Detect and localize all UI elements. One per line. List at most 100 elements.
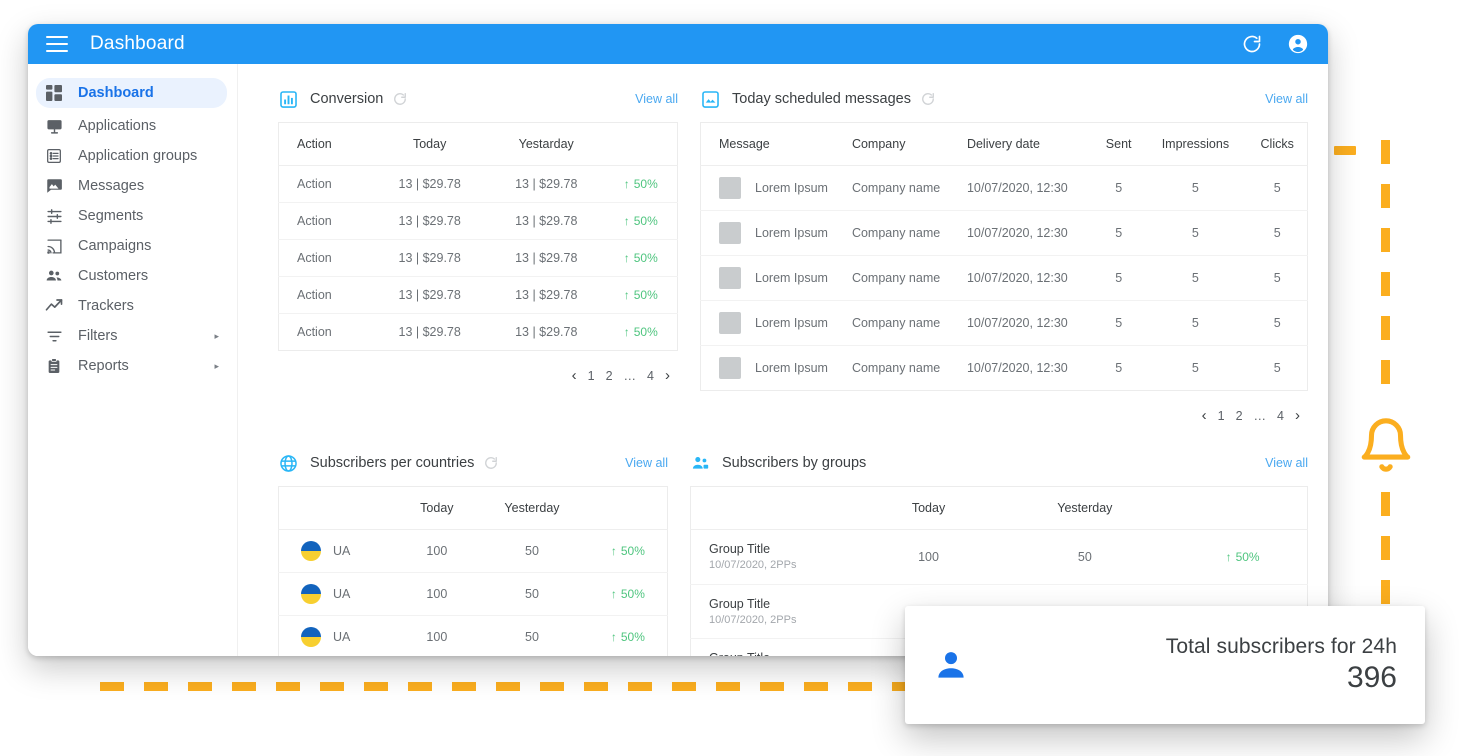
- column-header-yesterday: Yestarday: [487, 122, 605, 166]
- table-row[interactable]: Lorem Ipsum Company name 10/07/2020, 12:…: [700, 165, 1308, 211]
- country-code: UA: [333, 630, 351, 644]
- cell-delta: ↑50%: [604, 202, 678, 240]
- cell-today: 100: [398, 615, 476, 656]
- cell-company: Company name: [833, 165, 949, 211]
- sidebar-item-trackers[interactable]: Trackers: [36, 292, 227, 320]
- hamburger-icon[interactable]: [46, 36, 68, 52]
- sidebar-item-label: Dashboard: [78, 85, 154, 101]
- refresh-icon[interactable]: [921, 92, 935, 106]
- table-row[interactable]: Action 13 | $29.78 13 | $29.78 ↑ 50%: [279, 314, 678, 351]
- cell-group: Group Title 10/07/2020, 2PPs: [690, 584, 866, 640]
- account-circle-icon[interactable]: [1286, 32, 1310, 56]
- pagination-prev-button[interactable]: ‹: [1202, 407, 1207, 424]
- sidebar-item-application-groups[interactable]: Application groups: [36, 142, 227, 170]
- table-row[interactable]: Action 13 | $29.78 13 | $29.78 ↑ 50%: [278, 165, 678, 203]
- refresh-icon[interactable]: [1240, 32, 1264, 56]
- cell-today: 13 | $29.78: [371, 276, 488, 314]
- table-row[interactable]: UA 100 50 ↑ 50%: [278, 615, 668, 656]
- screen-root: Dashboard Dashboard Applications Applica…: [0, 0, 1460, 756]
- table-row[interactable]: Action 13 | $29.78 13 | $29.78 ↑ 50%: [278, 276, 678, 314]
- sidebar-item-campaigns[interactable]: Campaigns: [36, 232, 227, 260]
- clipboard-icon: [44, 356, 64, 376]
- cell-company: Company name: [833, 300, 949, 346]
- cell-delivery-date: 10/07/2020, 12:30: [948, 165, 1094, 211]
- sidebar-item-applications[interactable]: Applications: [36, 112, 227, 140]
- column-header-delta: [1178, 486, 1308, 530]
- table-row[interactable]: Lorem Ipsum Company name 10/07/2020, 12:…: [700, 210, 1308, 256]
- groups-view-all-link[interactable]: View all: [1265, 456, 1308, 470]
- cell-clicks: 5: [1247, 255, 1308, 301]
- message-thumbnail: [719, 312, 741, 334]
- subscribers-per-countries-card: Subscribers per countries View all Today…: [278, 450, 668, 656]
- sidebar-item-customers[interactable]: Customers: [36, 262, 227, 290]
- sidebar-nav-list: Dashboard Applications Application group…: [28, 78, 237, 380]
- conversion-view-all-link[interactable]: View all: [635, 92, 678, 106]
- cell-action: Action: [278, 276, 372, 314]
- conversion-pagination: ‹ 1 2 … 4 ›: [278, 367, 678, 384]
- campaign-cast-icon: [44, 236, 64, 256]
- sidebar-item-segments[interactable]: Segments: [36, 202, 227, 230]
- pagination-page-1[interactable]: 1: [1218, 409, 1225, 423]
- pagination-page-2[interactable]: 2: [606, 369, 613, 383]
- pagination-page-4[interactable]: 4: [647, 369, 654, 383]
- app-bar-actions: [1240, 32, 1310, 56]
- sidebar: Dashboard Applications Application group…: [28, 64, 238, 656]
- cell-country: UA: [278, 615, 399, 656]
- sidebar-item-dashboard[interactable]: Dashboard: [36, 78, 227, 108]
- list-box-icon: [44, 146, 64, 166]
- pagination-prev-button[interactable]: ‹: [572, 367, 577, 384]
- total-subscribers-toast[interactable]: Total subscribers for 24h 396: [905, 606, 1425, 724]
- bell-icon: [1352, 404, 1420, 486]
- column-header-yesterday: Yesterday: [475, 486, 589, 530]
- flag-ua-icon: [301, 541, 321, 561]
- decorative-dash-stub: [1334, 146, 1356, 155]
- main-content: Conversion View all Action Today Yestard…: [238, 64, 1328, 656]
- country-code: UA: [333, 544, 351, 558]
- scheduled-messages-card-header: Today scheduled messages View all: [700, 86, 1308, 112]
- table-row[interactable]: Action 13 | $29.78 13 | $29.78 ↑ 50%: [278, 239, 678, 277]
- refresh-icon[interactable]: [484, 456, 498, 470]
- cell-today: 100: [865, 529, 992, 585]
- table-row[interactable]: Group Title 10/07/2020, 2PPs 100 50 ↑50%: [690, 529, 1308, 585]
- sidebar-item-messages[interactable]: Messages: [36, 172, 227, 200]
- table-row[interactable]: Lorem Ipsum Company name 10/07/2020, 12:…: [701, 346, 1308, 391]
- pagination-page-2[interactable]: 2: [1236, 409, 1243, 423]
- sidebar-item-label: Reports: [78, 358, 129, 374]
- table-row[interactable]: UA 100 50 ↑ 50%: [278, 529, 668, 573]
- chevron-right-icon: ▸: [214, 360, 219, 371]
- table-row[interactable]: Action 13 | $29.78 13 | $29.78 ↑ 50%: [278, 202, 678, 240]
- pagination-page-1[interactable]: 1: [588, 369, 595, 383]
- sidebar-item-reports[interactable]: Reports ▸: [36, 352, 227, 380]
- pagination-next-button[interactable]: ›: [665, 367, 670, 384]
- subscribers-by-groups-title: Subscribers by groups: [722, 455, 867, 471]
- cell-message: Lorem Ipsum: [701, 346, 834, 391]
- toast-title: Total subscribers for 24h: [1165, 635, 1397, 658]
- arrow-up-icon: ↑: [623, 288, 630, 302]
- scheduled-messages-card: Today scheduled messages View all Messag…: [700, 86, 1308, 424]
- refresh-icon[interactable]: [393, 92, 407, 106]
- arrow-up-icon: ↑: [623, 177, 630, 191]
- cell-delta: ↑50%: [588, 529, 668, 573]
- cell-yesterday: 50: [475, 529, 589, 573]
- pagination-next-button[interactable]: ›: [1295, 407, 1300, 424]
- scheduled-view-all-link[interactable]: View all: [1265, 92, 1308, 106]
- cell-impressions: 5: [1143, 210, 1248, 256]
- countries-view-all-link[interactable]: View all: [625, 456, 668, 470]
- cell-yesterday: 50: [475, 615, 589, 656]
- sidebar-item-label: Customers: [78, 268, 149, 284]
- column-header-delta: [604, 122, 678, 166]
- cell-delta: ↑50%: [604, 239, 678, 277]
- message-thumbnail: [719, 222, 741, 244]
- cell-yesterday: 13 | $29.78: [487, 165, 605, 203]
- table-row[interactable]: UA 100 50 ↑ 50%: [278, 572, 668, 616]
- arrow-up-icon: ↑: [610, 544, 617, 558]
- table-row[interactable]: Lorem Ipsum Company name 10/07/2020, 12:…: [700, 300, 1308, 346]
- arrow-up-icon: ↑: [623, 251, 630, 265]
- subscribers-by-groups-header: Subscribers by groups View all: [690, 450, 1308, 476]
- subscribers-per-countries-title: Subscribers per countries: [310, 455, 475, 471]
- delta-value: 50%: [633, 325, 658, 339]
- table-header-row: Today Yesterday: [278, 486, 668, 530]
- pagination-page-4[interactable]: 4: [1277, 409, 1284, 423]
- table-row[interactable]: Lorem Ipsum Company name 10/07/2020, 12:…: [700, 255, 1308, 301]
- sidebar-item-filters[interactable]: Filters ▸: [36, 322, 227, 350]
